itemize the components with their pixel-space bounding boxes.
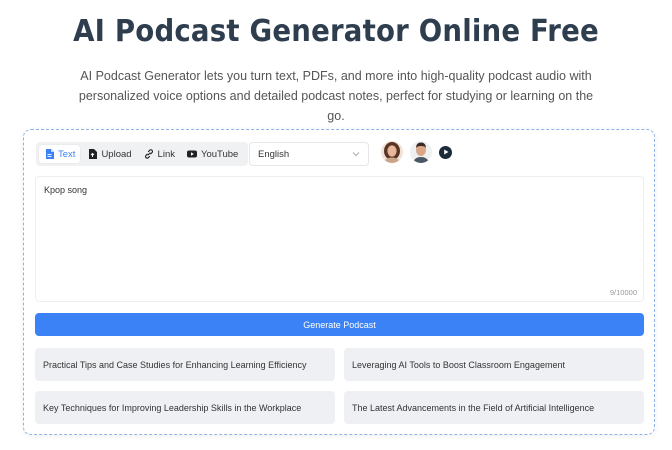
youtube-icon bbox=[186, 149, 197, 159]
generate-podcast-button[interactable]: Generate Podcast bbox=[35, 313, 644, 336]
tab-upload[interactable]: Upload bbox=[82, 145, 136, 163]
chevron-down-icon bbox=[352, 150, 360, 158]
generator-card: Text Upload Link YouTube English Kpop so… bbox=[23, 129, 655, 435]
play-preview-icon[interactable] bbox=[439, 145, 452, 159]
language-select[interactable]: English bbox=[249, 142, 369, 166]
suggestion-chip[interactable]: The Latest Advancements in the Field of … bbox=[344, 391, 644, 424]
language-select-value: English bbox=[258, 148, 290, 160]
page-subtitle: AI Podcast Generator lets you turn text,… bbox=[78, 69, 594, 123]
character-counter: 9/10000 bbox=[609, 288, 637, 297]
file-upload-icon bbox=[87, 149, 97, 159]
page-title: AI Podcast Generator Online Free bbox=[73, 14, 599, 49]
tab-text[interactable]: Text bbox=[39, 145, 81, 163]
suggestion-chip[interactable]: Leveraging AI Tools to Boost Classroom E… bbox=[344, 348, 644, 381]
source-tabs: Text Upload Link YouTube bbox=[36, 142, 249, 166]
voice-selector bbox=[381, 141, 452, 163]
text-input-area[interactable]: Kpop song 9/10000 bbox=[35, 176, 644, 302]
tab-link[interactable]: Link bbox=[139, 145, 180, 163]
tab-link-label: Link bbox=[157, 148, 175, 160]
text-input-value: Kpop song bbox=[44, 185, 88, 195]
voice-avatar-male[interactable] bbox=[410, 141, 432, 163]
suggestion-chip[interactable]: Practical Tips and Case Studies for Enha… bbox=[35, 348, 335, 381]
tab-youtube[interactable]: YouTube bbox=[182, 145, 243, 163]
hero-section: AI Podcast Generator Online Free AI Podc… bbox=[0, 0, 672, 126]
voice-avatar-female[interactable] bbox=[381, 141, 403, 163]
suggestion-chip[interactable]: Key Techniques for Improving Leadership … bbox=[35, 391, 335, 424]
document-icon bbox=[44, 149, 54, 159]
tab-youtube-label: YouTube bbox=[200, 148, 239, 160]
tab-upload-label: Upload bbox=[101, 148, 132, 160]
tab-text-label: Text bbox=[58, 148, 76, 160]
source-toolbar: Text Upload Link YouTube bbox=[36, 142, 249, 166]
link-icon bbox=[144, 149, 154, 159]
